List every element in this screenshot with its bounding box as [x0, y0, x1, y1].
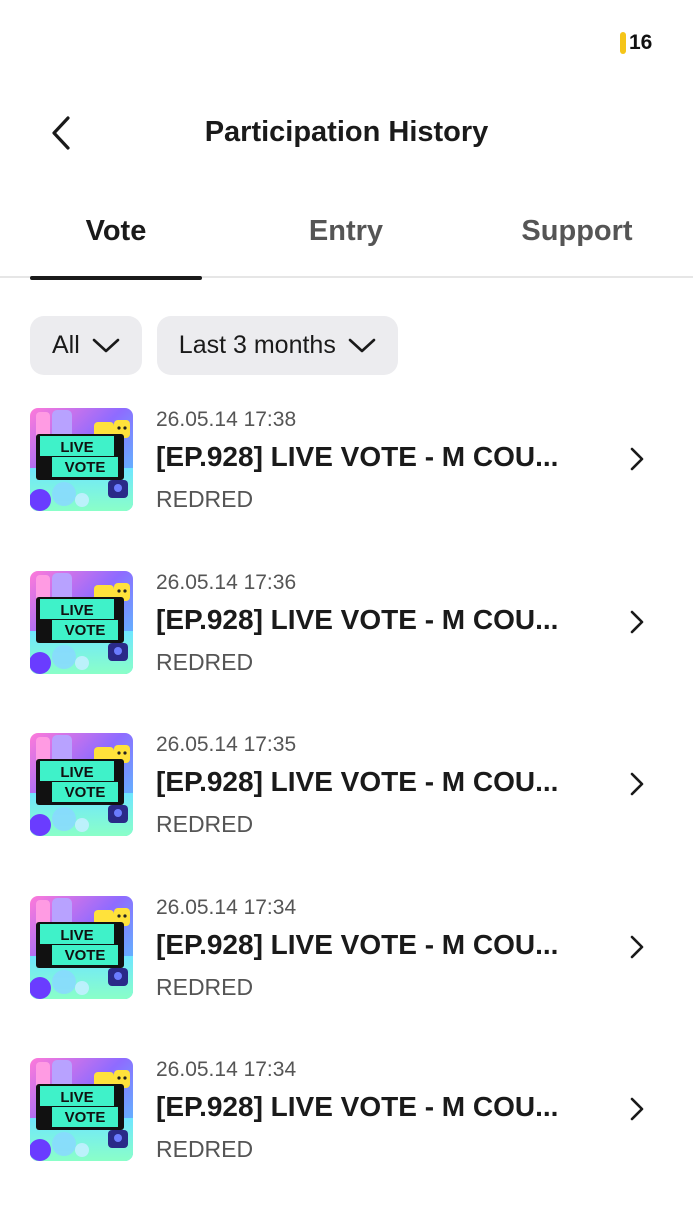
thumbnail-badge-line1: LIVE [60, 1089, 93, 1106]
vote-history-list: LIVE VOTE 26.05.14 17:38 [EP.928] LIVE V… [0, 398, 693, 1211]
item-artist: REDRED [156, 648, 254, 675]
thumbnail-badge-line2: VOTE [65, 1109, 106, 1126]
live-vote-thumbnail: LIVE VOTE [30, 408, 133, 511]
history-list-item[interactable]: LIVE VOTE 26.05.14 17:34 [EP.928] LIVE V… [0, 1048, 693, 1211]
item-artist: REDRED [156, 973, 254, 1000]
status-bar: 16 [0, 0, 693, 80]
page-title: Participation History [204, 116, 489, 148]
history-list-item[interactable]: LIVE VOTE 26.05.14 17:38 [EP.928] LIVE V… [0, 398, 693, 561]
chevron-right-icon [630, 935, 644, 958]
thumbnail-badge-line1: LIVE [60, 602, 93, 619]
live-vote-thumbnail: LIVE VOTE [30, 733, 133, 836]
chevron-right-icon [630, 610, 644, 633]
period-filter-dropdown[interactable]: Last 3 months [156, 316, 398, 375]
tab-entry[interactable]: Entry [262, 196, 430, 278]
tab-support[interactable]: Support [492, 196, 662, 278]
battery-percentage: 16 [629, 31, 653, 54]
thumbnail-badge-line2: VOTE [65, 622, 106, 639]
item-artist: REDRED [156, 486, 254, 512]
item-artist: REDRED [156, 811, 254, 837]
live-vote-thumbnail: LIVE VOTE [30, 1058, 133, 1161]
type-filter-dropdown[interactable]: All [30, 316, 142, 375]
item-title: [EP.928] LIVE VOTE - M COU... [156, 928, 559, 960]
thumbnail-badge-line2: VOTE [65, 947, 106, 964]
thumbnail-badge-line1: LIVE [60, 764, 93, 781]
tab-bar: Vote Entry Support [0, 196, 693, 280]
item-date: 26.05.14 17:38 [156, 408, 297, 431]
period-filter-label: Last 3 months [178, 331, 336, 359]
chevron-right-icon [630, 772, 644, 796]
chevron-right-icon [630, 1097, 644, 1121]
thumbnail-badge-line1: LIVE [60, 439, 93, 456]
history-list-item[interactable]: LIVE VOTE 26.05.14 17:36 [EP.928] LIVE V… [0, 561, 693, 724]
chevron-right-icon [630, 447, 644, 471]
item-title: [EP.928] LIVE VOTE - M COU... [156, 441, 559, 472]
chevron-down-icon [348, 338, 376, 352]
thumbnail-badge-line2: VOTE [65, 459, 106, 476]
battery-icon [620, 32, 626, 54]
history-list-item[interactable]: LIVE VOTE 26.05.14 17:34 [EP.928] LIVE V… [0, 886, 693, 1049]
item-title: [EP.928] LIVE VOTE - M COU... [156, 1091, 559, 1122]
live-vote-thumbnail: LIVE VOTE [30, 570, 133, 674]
item-title: [EP.928] LIVE VOTE - M COU... [156, 766, 559, 797]
item-date: 26.05.14 17:34 [156, 1058, 297, 1081]
chevron-down-icon [92, 338, 120, 352]
filter-bar: All Last 3 months [30, 316, 398, 375]
item-title: [EP.928] LIVE VOTE - M COU... [156, 603, 559, 635]
type-filter-label: All [52, 331, 80, 359]
thumbnail-badge-line2: VOTE [65, 784, 106, 801]
nav-header: Participation History [0, 98, 693, 170]
item-date: 26.05.14 17:34 [156, 895, 297, 919]
item-artist: REDRED [156, 1136, 254, 1162]
history-list-item[interactable]: LIVE VOTE 26.05.14 17:35 [EP.928] LIVE V… [0, 723, 693, 886]
live-vote-thumbnail: LIVE VOTE [30, 895, 133, 999]
thumbnail-badge-line1: LIVE [60, 927, 93, 944]
battery-indicator: 16 [620, 31, 652, 55]
item-date: 26.05.14 17:35 [156, 733, 297, 756]
item-date: 26.05.14 17:36 [156, 570, 297, 594]
tab-vote[interactable]: Vote [30, 196, 202, 280]
